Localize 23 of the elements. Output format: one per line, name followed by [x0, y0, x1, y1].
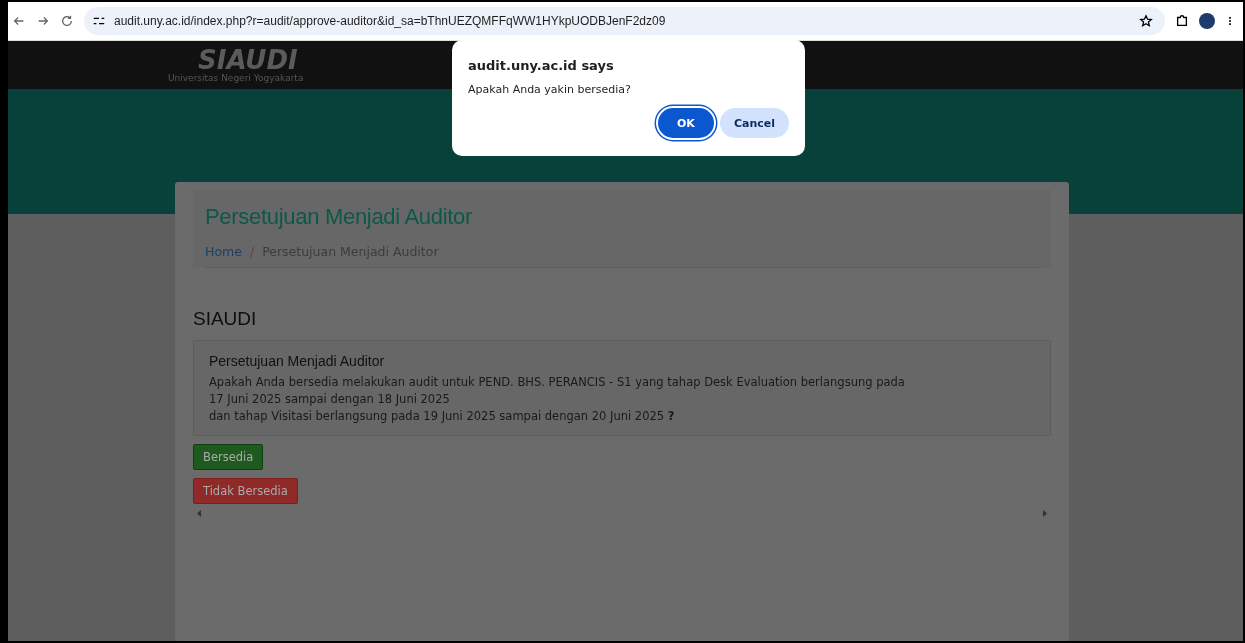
logo-subtitle: Universitas Negeri Yogyakarta [168, 73, 304, 83]
message-line: dan tahap Visitasi berlangsung pada 19 Juni 2025 sampai dengan 20 Juni 2025 ? [209, 409, 676, 423]
dialog-message: Apakah Anda yakin bersedia? [468, 83, 632, 96]
cancel-button[interactable]: Cancel [719, 108, 789, 138]
breadcrumb-separator: / [249, 244, 255, 259]
section-title: SIAUDI [193, 308, 258, 330]
reload-icon[interactable] [60, 14, 74, 28]
logo: SIAUDI [198, 47, 298, 73]
puzzle-icon[interactable] [1175, 14, 1189, 28]
message-line: 17 Juni 2025 sampai dengan 18 Juni 2025 [209, 392, 451, 406]
decline-button[interactable]: Tidak Bersedia [193, 478, 298, 504]
message-line: Apakah Anda bersedia melakukan audit untuk PEND. BHS. PERANCIS - S1 yang tahap Desk Evaluation berlangsung pada [209, 375, 906, 389]
scroll-right-icon[interactable] [1043, 510, 1047, 517]
avatar[interactable] [1199, 13, 1215, 29]
scroll-left-icon[interactable] [197, 510, 201, 517]
panel-title: Persetujuan Menjadi Auditor [209, 353, 386, 369]
accept-button[interactable]: Bersedia [193, 444, 264, 470]
ok-button[interactable]: OK [657, 108, 714, 138]
star-icon[interactable] [1139, 14, 1153, 28]
page-title: Persetujuan Menjadi Auditor [205, 204, 474, 230]
back-arrow-icon[interactable] [12, 14, 26, 28]
dialog-title: audit.uny.ac.id says [468, 58, 615, 73]
forward-arrow-icon[interactable] [36, 14, 50, 28]
